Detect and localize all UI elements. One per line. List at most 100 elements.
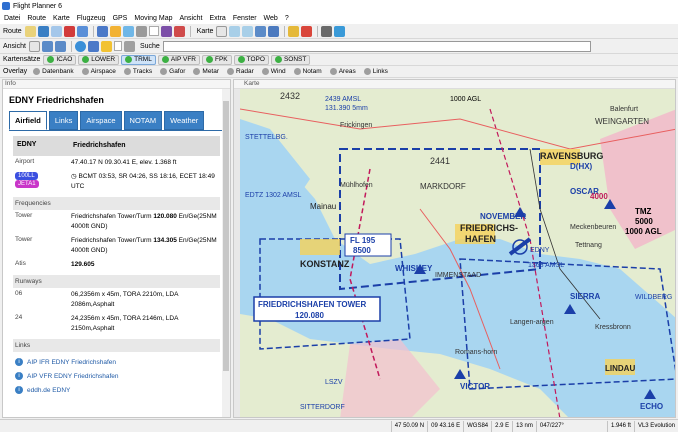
- favorites-dropdown[interactable]: [113, 41, 122, 51]
- frequency-row: Tower Friedrichshafen Tower/Turm 134.305…: [15, 236, 217, 254]
- menu-datei[interactable]: Datei: [4, 15, 20, 22]
- menu-extra[interactable]: Extra: [209, 15, 225, 22]
- map-label-tmz-agl: 1000 AGL: [625, 227, 662, 236]
- aeronautical-chart[interactable]: 2432 2439 AMSL 131.390 5mm 1000 AGL Fric…: [240, 89, 676, 418]
- options-icon[interactable]: [123, 40, 135, 52]
- weather-icon[interactable]: [122, 25, 134, 37]
- delete-route-icon[interactable]: [63, 25, 75, 37]
- map-label-sierra: SIERRA: [570, 292, 600, 301]
- chart-set-aip-vfr[interactable]: AIP VFR: [157, 54, 200, 65]
- info-icon: i: [15, 358, 23, 366]
- chart-set-topo[interactable]: TOPO: [233, 54, 269, 65]
- route-menu-icon[interactable]: [24, 25, 36, 37]
- menu-help[interactable]: ?: [285, 15, 289, 22]
- menu-route[interactable]: Route: [27, 15, 46, 22]
- chart-menu-icon[interactable]: [216, 25, 228, 37]
- runway-row: 24 24,2356m x 45m, TORA 2146m, LDA 2150m…: [15, 314, 179, 332]
- enabled-dot-icon: [205, 56, 213, 63]
- chart-set-fpk[interactable]: FPK: [201, 54, 232, 65]
- tab-links[interactable]: Links: [48, 111, 79, 130]
- overlay-areas[interactable]: Areas: [327, 67, 359, 77]
- toggle-dot-icon: [261, 68, 269, 75]
- frequency-row: Tower Friedrichshafen Tower/Turm 120.080…: [15, 212, 217, 230]
- tab-airfield[interactable]: Airfield: [9, 111, 47, 130]
- panel-icon[interactable]: [54, 40, 66, 52]
- airport-heading: EDNY Friedrichshafen: [9, 95, 104, 105]
- layout-icon[interactable]: [41, 40, 53, 52]
- fuel-badge-100ll: 100LL: [15, 172, 38, 180]
- search-input[interactable]: [162, 40, 591, 52]
- camera-icon[interactable]: [321, 25, 333, 37]
- town-konstanz: [300, 239, 340, 255]
- runway-row: 06 06,2356m x 45m, TORA 2210m, LDA 2086m…: [15, 290, 179, 308]
- tab-notam[interactable]: NOTAM: [123, 111, 163, 130]
- overlay-wind[interactable]: Wind: [259, 67, 289, 77]
- zoom-in-icon[interactable]: [229, 25, 241, 37]
- map-label-2441: 2441: [430, 156, 450, 166]
- info-scrollbar-thumb[interactable]: [223, 101, 229, 371]
- chart-set-icao[interactable]: ICAO: [43, 54, 77, 65]
- overlay-airspace[interactable]: Airspace: [79, 67, 119, 77]
- print-dropdown[interactable]: [148, 26, 159, 36]
- link-aip-ifr[interactable]: i AIP IFR EDNY Friedrichshafen: [15, 358, 220, 366]
- menu-web[interactable]: Web: [264, 15, 278, 22]
- map-label-tower-freq: 120.080: [295, 311, 324, 320]
- chart-set-trml[interactable]: TRML: [121, 54, 156, 65]
- open-route-icon[interactable]: [50, 25, 62, 37]
- measure-icon[interactable]: [288, 25, 300, 37]
- tab-airspace[interactable]: Airspace: [80, 111, 122, 130]
- status-aircraft: VL3 Evolution: [633, 420, 678, 432]
- export-icon[interactable]: [160, 25, 172, 37]
- status-bearing: 047/227°: [535, 420, 567, 432]
- map-label-wildberg: WILDBERG: [635, 294, 672, 301]
- menu-gps[interactable]: GPS: [113, 15, 128, 22]
- chart-set-lower[interactable]: LOWER: [78, 54, 120, 65]
- menu-ansicht[interactable]: Ansicht: [180, 15, 203, 22]
- map-label-ravensburg: RAVENSBURG: [540, 151, 603, 161]
- grid-view-icon[interactable]: [87, 40, 99, 52]
- print-icon[interactable]: [135, 25, 147, 37]
- overlay-radar[interactable]: Radar: [224, 67, 257, 77]
- map-label-freq-131: 131.390 5mm: [325, 105, 368, 112]
- status-distance: 13 nm: [512, 420, 536, 432]
- overlay-metar[interactable]: Metar: [190, 67, 222, 77]
- chart-sets-bar: Kartensätze ICAO LOWER TRML AIP VFR FPK …: [0, 54, 678, 66]
- globe-icon[interactable]: [74, 40, 86, 52]
- title-bar: Flight Planner 6: [0, 0, 678, 12]
- warning-icon[interactable]: [109, 25, 121, 37]
- favorites-star-icon[interactable]: [100, 40, 112, 52]
- menu-moving-map[interactable]: Moving Map: [134, 15, 172, 22]
- info-scrollbar[interactable]: [222, 89, 230, 417]
- status-datum: WGS84: [463, 420, 491, 432]
- menu-karte[interactable]: Karte: [53, 15, 70, 22]
- link-eddh[interactable]: i eddh.de EDNY: [15, 386, 220, 394]
- pdf-icon[interactable]: [173, 25, 185, 37]
- map-label-whiskey: WHISKEY: [395, 264, 433, 273]
- save-route-icon[interactable]: [76, 25, 88, 37]
- tab-weather[interactable]: Weather: [164, 111, 205, 130]
- airport-coords: 47.40.17 N 09.30.41 E, elev. 1.368 ft: [71, 159, 177, 166]
- overlay-datenbank[interactable]: Datenbank: [30, 67, 76, 77]
- link-aip-vfr[interactable]: i AIP VFR EDNY Friedrichshafen: [15, 372, 220, 380]
- menu-fenster[interactable]: Fenster: [233, 15, 257, 22]
- overlay-tracks[interactable]: Tracks: [121, 67, 155, 77]
- toggle-dot-icon: [329, 68, 337, 75]
- aircraft-icon[interactable]: [96, 25, 108, 37]
- chart-set-sonst[interactable]: SONST: [270, 54, 311, 65]
- overlay-links[interactable]: Links: [361, 67, 391, 77]
- clear-measure-icon[interactable]: [301, 25, 313, 37]
- map-label-november: NOVEMBER: [480, 212, 526, 221]
- map-label-meckenbeuren: Meckenbeuren: [570, 224, 616, 231]
- overlay-gafor[interactable]: Gafor: [157, 67, 188, 77]
- grid-icon[interactable]: [255, 25, 267, 37]
- zoom-out-icon[interactable]: [242, 25, 254, 37]
- map-label-edny-elev: 1368 AMSL: [528, 262, 564, 269]
- overlay-notam[interactable]: Notam: [291, 67, 325, 77]
- new-route-icon[interactable]: [37, 25, 49, 37]
- map-label-markdorf: MARKDORF: [420, 182, 466, 191]
- crosshair-icon[interactable]: [268, 25, 280, 37]
- menu-flugzeug[interactable]: Flugzeug: [77, 15, 106, 22]
- map-label-4000: 4000: [590, 192, 608, 201]
- refresh-icon[interactable]: [334, 25, 346, 37]
- view-menu-icon[interactable]: [28, 40, 40, 52]
